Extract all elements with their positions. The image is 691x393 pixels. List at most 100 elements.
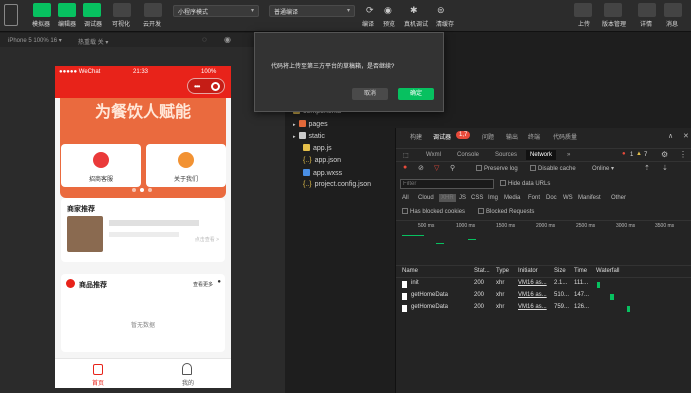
compile-action-label[interactable]: 编译 (362, 19, 374, 28)
clear-icon[interactable]: ⊘ (418, 164, 424, 172)
filter-type-font[interactable]: Font (528, 195, 540, 201)
disable-cache-checkbox[interactable]: Disable cache (530, 165, 576, 172)
version-button[interactable] (604, 3, 622, 17)
about-card[interactable]: 关于我们 (146, 144, 226, 187)
confirm-button[interactable]: 确定 (398, 88, 434, 100)
goods-more-link[interactable]: 查看更多 (193, 281, 213, 288)
tab-network[interactable]: Network (526, 150, 557, 160)
filter-type-ws[interactable]: WS (563, 195, 573, 201)
row-initiator[interactable]: VM16 as... (518, 280, 547, 286)
col-size[interactable]: Size (554, 268, 566, 274)
col-type[interactable]: Type (496, 268, 509, 274)
close-icon[interactable]: ✕ (683, 132, 689, 140)
tab-issues[interactable]: 问题 (482, 132, 494, 141)
filter-type-other[interactable]: Other (611, 195, 626, 201)
filter-type-doc[interactable]: Doc (546, 195, 557, 201)
menu-capsule[interactable]: ••• (187, 78, 225, 94)
row-initiator[interactable]: VM16 as... (518, 304, 547, 310)
tab-wxml[interactable]: Wxml (426, 152, 441, 158)
upload-icon[interactable]: ⇡ (644, 164, 650, 172)
upload-button[interactable] (574, 3, 592, 17)
preserve-log-checkbox[interactable]: Preserve log (476, 165, 518, 172)
remote-debug-action-label[interactable]: 真机调试 (404, 19, 428, 28)
table-row[interactable]: init 200 xhr VM16 as... 2.1... 111... (396, 280, 691, 291)
table-row[interactable]: getHomeData 200 xhr VM16 as... 510... 14… (396, 292, 691, 303)
tab-terminal[interactable]: 终端 (528, 132, 540, 141)
record-icon[interactable]: ◉ (224, 35, 231, 44)
filter-input[interactable] (400, 179, 494, 189)
col-initiator[interactable]: Initiator (518, 268, 538, 274)
search-icon[interactable]: ⚲ (450, 164, 455, 172)
download-icon[interactable]: ⇣ (662, 164, 668, 172)
timeline-overview[interactable]: 500 ms 1000 ms 1500 ms 2000 ms 2500 ms 3… (396, 220, 691, 266)
col-waterfall[interactable]: Waterfall (596, 268, 619, 274)
merchant-thumbnail[interactable] (67, 216, 103, 252)
chevron-right-icon[interactable]: ● (217, 279, 221, 285)
messages-button[interactable] (664, 3, 682, 17)
throttle-select[interactable]: Online ▾ (592, 165, 614, 172)
col-name[interactable]: Name (402, 268, 418, 274)
col-status[interactable]: Stat... (474, 268, 490, 274)
gear-icon[interactable]: ⚙ (661, 150, 668, 159)
filter-type-js[interactable]: JS (459, 195, 466, 201)
more-icon[interactable]: ••• (194, 82, 200, 91)
refresh-icon[interactable]: ⟳ (366, 5, 374, 16)
filter-type-cloud[interactable]: Cloud (418, 195, 434, 201)
tree-file-appwxss[interactable]: app.wxss (303, 169, 342, 177)
cloud-dev-button[interactable] (144, 3, 162, 17)
preview-eye-icon[interactable]: ◉ (384, 5, 392, 16)
tab-debugger[interactable]: 调试器 (433, 132, 451, 141)
clear-cache-action-label[interactable]: 清缓存 (436, 19, 454, 28)
visual-toggle-button[interactable] (113, 3, 131, 17)
tree-folder-static[interactable]: ▸ static (293, 132, 325, 140)
inspect-icon[interactable]: ⬚ (403, 152, 409, 159)
profile-tab-icon[interactable] (182, 363, 192, 375)
blocked-requests-checkbox[interactable]: Blocked Requests (478, 208, 534, 215)
col-time[interactable]: Time (574, 268, 587, 274)
service-card[interactable]: 招商客服 (61, 144, 141, 187)
filter-type-css[interactable]: CSS (471, 195, 483, 201)
device-select[interactable]: iPhone 5 100% 16 ▾ (8, 37, 62, 44)
record-icon[interactable]: ● (403, 164, 407, 171)
editor-toggle-button[interactable] (58, 3, 76, 17)
tab-build[interactable]: 构建 (410, 132, 422, 141)
filter-type-all[interactable]: All (402, 195, 409, 201)
tab-more[interactable]: » (567, 152, 570, 158)
simulator-toggle-button[interactable] (33, 3, 51, 17)
preview-action-label[interactable]: 预览 (383, 19, 395, 28)
clear-cache-icon[interactable]: ⊜ (437, 5, 445, 16)
rotate-icon[interactable]: ◌ (202, 35, 207, 44)
tab-code-quality[interactable]: 代码质量 (553, 132, 577, 141)
filter-type-manifest[interactable]: Manifest (578, 195, 601, 201)
profile-tab-label[interactable]: 我的 (182, 378, 194, 387)
home-tab-icon[interactable] (93, 364, 103, 375)
tab-sources[interactable]: Sources (495, 152, 517, 158)
cancel-button[interactable]: 取消 (352, 88, 388, 100)
table-row[interactable]: getHomeData 200 xhr VM16 as... 759... 12… (396, 304, 691, 315)
remote-debug-icon[interactable]: ✱ (410, 5, 418, 16)
collapse-icon[interactable]: ∧ (668, 132, 673, 140)
kebab-menu-icon[interactable]: ⋮ (679, 150, 687, 159)
hide-data-urls-checkbox[interactable]: Hide data URLs (500, 180, 550, 187)
filter-type-img[interactable]: Img (488, 195, 498, 201)
tree-file-appjs[interactable]: app.js (303, 144, 332, 152)
tree-file-projectconfig[interactable]: {..} project.config.json (303, 181, 371, 188)
tab-output[interactable]: 输出 (506, 132, 518, 141)
details-button[interactable] (638, 3, 656, 17)
hotreload-select[interactable]: 热重载 关 ▾ (78, 37, 108, 46)
tree-file-appjson[interactable]: {..} app.json (303, 157, 341, 164)
has-blocked-checkbox[interactable]: Has blocked cookies (402, 208, 465, 215)
debugger-toggle-button[interactable] (83, 3, 101, 17)
tree-folder-pages[interactable]: ▸ pages (293, 120, 328, 128)
row-initiator[interactable]: VM16 as... (518, 292, 547, 298)
compile-select[interactable]: 普通编译 ▾ (269, 5, 355, 17)
merchant-more-link[interactable]: 点击查看 > (195, 236, 219, 243)
filter-type-media[interactable]: Media (504, 195, 520, 201)
devtools-top-tabs: 构建 调试器 1,7 问题 输出 终端 代码质量 ∧ ✕ (396, 131, 691, 144)
filter-type-xhr[interactable]: XHR (439, 194, 456, 202)
tab-console[interactable]: Console (457, 152, 479, 158)
close-mini-icon[interactable] (211, 82, 220, 91)
filter-icon[interactable]: ▽ (434, 164, 439, 172)
mode-select[interactable]: 小程序模式 ▾ (173, 5, 259, 17)
home-tab-label[interactable]: 首页 (92, 378, 104, 387)
